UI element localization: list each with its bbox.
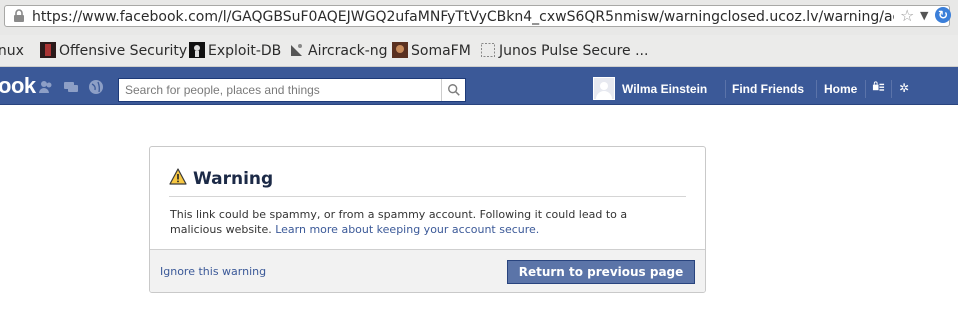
bookmark-offensive-security[interactable]: Offensive Security — [40, 41, 187, 61]
nav-divider — [865, 80, 866, 98]
dialog-message: This link could be spammy, or from a spa… — [170, 207, 670, 237]
bookmark-label: inux — [0, 43, 24, 59]
search-icon — [448, 84, 460, 96]
satellite-dish-icon — [291, 44, 302, 56]
divider — [169, 196, 686, 197]
home-link[interactable]: Home — [824, 81, 857, 97]
default-profile-icon — [594, 78, 614, 99]
profile-link[interactable]: Wilma Einstein — [622, 81, 707, 97]
avatar[interactable] — [593, 77, 615, 100]
facebook-header: ook Wilma Einstein Find Friends Home ✲ — [0, 67, 958, 105]
messages-icon[interactable] — [63, 79, 79, 95]
search-button[interactable] — [441, 79, 465, 101]
dialog-title: Warning — [193, 169, 274, 189]
bookmark-junos-pulse[interactable]: Junos Pulse Secure ... — [480, 41, 648, 61]
bookmark-label: Junos Pulse Secure ... — [499, 43, 649, 59]
bookmark-label: SomaFM — [411, 43, 471, 59]
privacy-shortcuts-icon[interactable] — [872, 80, 885, 97]
bookmark-aircrack-ng[interactable]: Aircrack-ng — [289, 41, 388, 61]
learn-more-link[interactable]: Learn more about keeping your account se… — [275, 223, 539, 236]
url-dropdown-icon[interactable]: ▼ — [920, 7, 928, 25]
nav-divider — [725, 80, 726, 98]
nav-divider — [816, 80, 817, 98]
bookmark-label: Offensive Security — [59, 43, 188, 59]
offensive-security-icon — [40, 42, 56, 58]
bookmark-linux[interactable]: inux — [0, 41, 24, 61]
notifications-globe-icon[interactable] — [88, 79, 104, 95]
bookmark-label: Aircrack-ng — [308, 43, 388, 59]
find-friends-link[interactable]: Find Friends — [732, 81, 804, 97]
return-button[interactable]: Return to previous page — [507, 260, 695, 284]
search-input[interactable] — [119, 79, 441, 101]
bookmark-star-icon[interactable]: ☆ — [900, 7, 914, 25]
bookmark-exploit-db[interactable]: Exploit-DB — [189, 41, 281, 61]
bookmark-somafm[interactable]: SomaFM — [392, 41, 471, 61]
ignore-warning-link[interactable]: Ignore this warning — [160, 265, 266, 278]
friend-requests-icon[interactable] — [38, 79, 54, 95]
search-box — [118, 78, 466, 102]
reload-icon[interactable]: ↻ — [935, 7, 951, 23]
bookmark-label: Exploit-DB — [208, 43, 282, 59]
settings-gear-icon[interactable]: ✲ — [899, 80, 909, 96]
bookmarks-toolbar: inux Offensive Security Exploit-DB Aircr… — [0, 35, 958, 67]
warning-dialog: Warning This link could be spammy, or fr… — [149, 146, 706, 293]
url-text[interactable]: https://www.facebook.com/l/GAQGBSuF0AQEJ… — [32, 8, 894, 26]
facebook-logo[interactable]: ook — [0, 73, 36, 99]
nav-divider — [891, 80, 892, 98]
url-bar[interactable]: https://www.facebook.com/l/GAQGBSuF0AQEJ… — [4, 5, 951, 27]
exploit-db-icon — [189, 42, 205, 58]
browser-toolbar: https://www.facebook.com/l/GAQGBSuF0AQEJ… — [0, 0, 958, 36]
page-icon — [481, 43, 495, 57]
warning-triangle-icon — [169, 168, 187, 185]
lock-icon — [14, 9, 24, 22]
dialog-footer: Ignore this warning Return to previous p… — [150, 249, 705, 292]
somafm-icon — [392, 42, 408, 58]
